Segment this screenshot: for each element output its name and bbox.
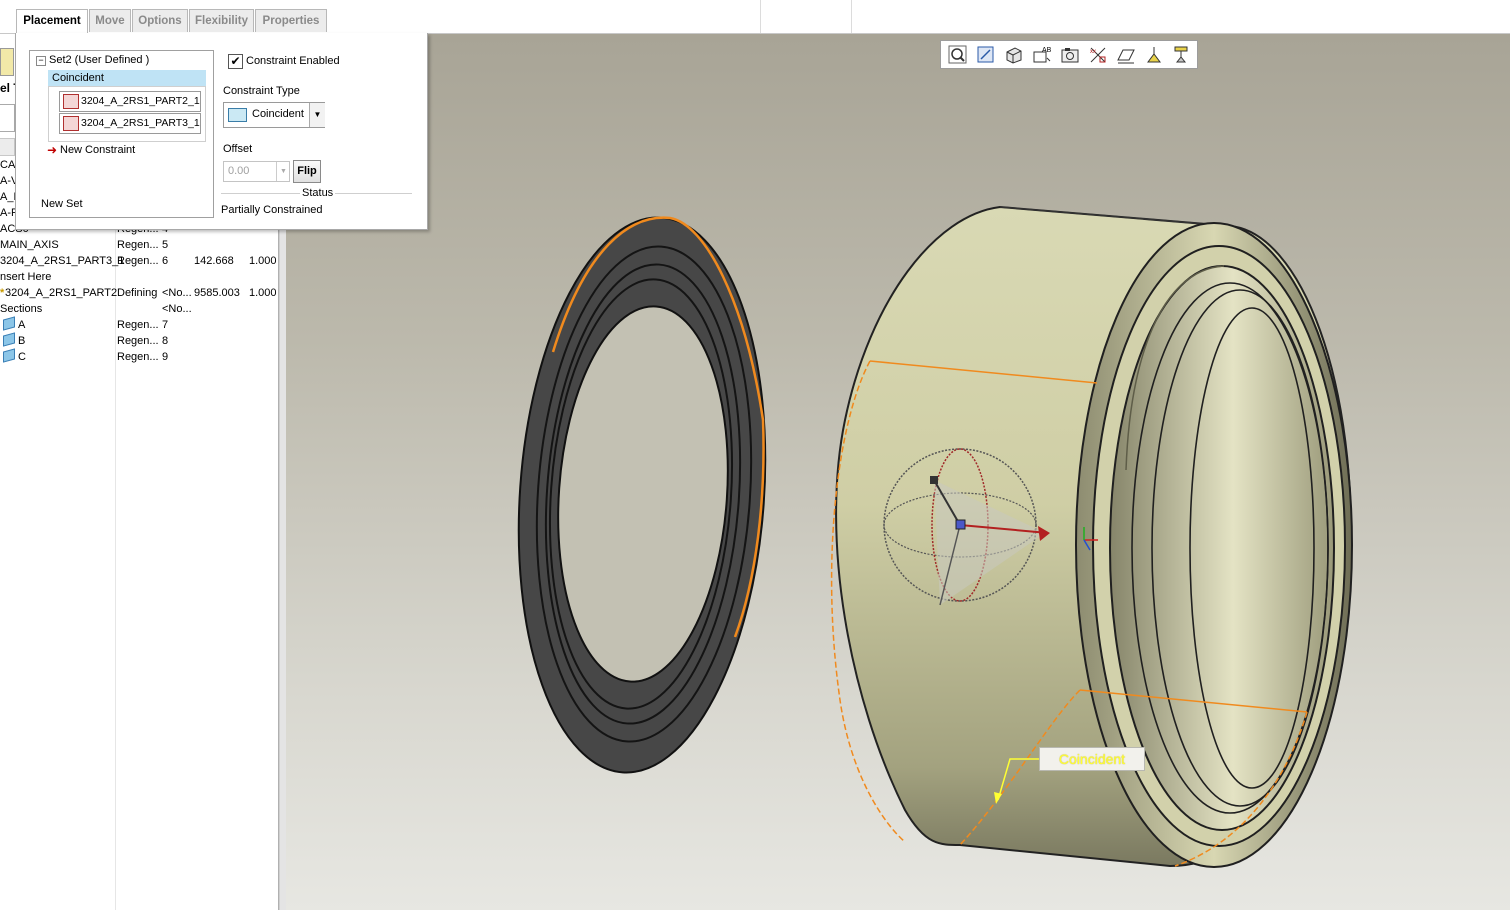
coincident-callout[interactable]: Coincident <box>1039 747 1145 771</box>
tree-row-number: 6 <box>162 255 169 267</box>
chevron-down-icon[interactable]: ▼ <box>276 162 290 181</box>
dashboard-tab-bar: Placement Move Options Flexibility Prope… <box>0 0 1510 34</box>
constraint-type-label: Constraint Type <box>223 85 300 97</box>
tree-column-header[interactable] <box>0 138 15 156</box>
tree-row-name: A <box>18 319 26 331</box>
tree-row-name: C <box>18 351 26 363</box>
graphics-viewport[interactable]: Coincident <box>286 34 1510 910</box>
tree-row-status: Regen... <box>117 319 159 331</box>
arrow-right-icon: ➜ <box>47 143 58 157</box>
tab-options[interactable]: Options <box>132 9 188 32</box>
display-style-icon[interactable] <box>1171 44 1193 65</box>
tab-flexibility[interactable]: Flexibility <box>189 9 254 32</box>
offset-value: 0.00 <box>228 165 250 177</box>
section-icon <box>3 348 15 363</box>
star-icon: * <box>0 287 5 299</box>
tree-row-name: MAIN_AXIS <box>0 239 59 251</box>
tree-row-number: 9 <box>162 351 169 363</box>
tree-filter-field[interactable] <box>0 104 15 132</box>
new-set-link[interactable]: New Set <box>41 198 83 210</box>
tree-row-name: Sections <box>0 303 43 315</box>
refit-icon[interactable] <box>947 44 969 65</box>
tree-row-name: nsert Here <box>0 271 52 283</box>
constraint-enabled-checkbox[interactable]: ✔ <box>228 54 243 69</box>
tree-row-number: <No... <box>162 303 192 315</box>
tree-row-value: 1.000 <box>249 287 277 299</box>
svg-text:AB: AB <box>1042 47 1052 54</box>
tree-row[interactable]: Sections <No... <box>0 301 278 317</box>
constraint-item-selected[interactable]: Coincident <box>48 70 206 86</box>
coincident-icon <box>228 108 247 122</box>
tree-row-number: 5 <box>162 239 169 251</box>
reference-1-label: 3204_A_2RS1_PART2_1 <box>81 95 200 107</box>
offset-label: Offset <box>223 143 253 155</box>
tree-row-value: 9585.003 <box>194 287 240 299</box>
tree-row[interactable]: B Regen... 8 <box>0 332 278 349</box>
tree-row-name: 3204_A_2RS1_PART2 <box>5 287 118 299</box>
collapse-icon[interactable]: − <box>36 56 46 66</box>
tree-row[interactable]: * 3204_A_2RS1_PART2 Defining <No... 9585… <box>0 285 278 301</box>
tree-row-value: 1.000 <box>249 255 277 267</box>
section-icon <box>3 316 15 331</box>
constraint-enabled-label: Constraint Enabled <box>246 55 340 67</box>
constraint-type-value: Coincident <box>252 108 304 120</box>
view-toolbar: AB xx <box>940 40 1198 69</box>
set-name[interactable]: Set2 (User Defined ) <box>49 54 149 66</box>
tab-move[interactable]: Move <box>89 9 131 32</box>
tree-row-number: <No... <box>162 287 192 299</box>
references-container: 3204_A_2RS1_PART2_1 3204_A_2RS1_PART3_1 <box>48 86 206 142</box>
model-canvas[interactable] <box>286 34 1510 910</box>
tree-row-status: Regen... <box>117 239 159 251</box>
tree-row[interactable]: A Regen... 7 <box>0 316 278 333</box>
seal-part[interactable] <box>501 209 783 781</box>
status-value: Partially Constrained <box>221 204 323 216</box>
reference-1[interactable]: 3204_A_2RS1_PART2_1 <box>59 91 201 112</box>
tree-row[interactable]: C Regen... 9 <box>0 348 278 365</box>
annotation-icon[interactable] <box>1115 44 1137 65</box>
section-icon <box>3 332 15 347</box>
tree-row-value: 142.668 <box>194 255 234 267</box>
datum-display-icon[interactable]: xx <box>1087 44 1109 65</box>
tree-row-status: Regen... <box>117 335 159 347</box>
tree-row-number: 7 <box>162 319 169 331</box>
offset-field[interactable]: 0.00 ▼ <box>223 161 290 182</box>
component-icon <box>63 116 79 131</box>
saved-views-icon[interactable]: AB <box>1031 44 1053 65</box>
toolbar-divider <box>851 0 852 33</box>
constraint-sets-list: − Set2 (User Defined ) Coincident 3204_A… <box>29 50 214 218</box>
chevron-down-icon[interactable]: ▼ <box>309 103 325 127</box>
placement-panel: − Set2 (User Defined ) Coincident 3204_A… <box>15 33 428 230</box>
snapshot-icon[interactable] <box>1059 44 1081 65</box>
view-orient-icon[interactable] <box>1003 44 1025 65</box>
flip-button[interactable]: Flip <box>293 160 321 183</box>
constraint-type-select[interactable]: Coincident ▼ <box>223 102 325 128</box>
tree-row-status: Regen... <box>117 255 159 267</box>
toolbar-divider <box>760 0 761 33</box>
new-constraint-link[interactable]: New Constraint <box>60 144 135 156</box>
tab-properties[interactable]: Properties <box>255 9 327 32</box>
reference-2-label: 3204_A_2RS1_PART3_1 <box>81 117 200 129</box>
tree-row-insert-here[interactable]: nsert Here <box>0 269 278 285</box>
tree-row-name: B <box>18 335 26 347</box>
tree-row-status: Regen... <box>117 351 159 363</box>
tree-row-status: Defining <box>117 287 158 299</box>
svg-text:xx: xx <box>1090 49 1096 55</box>
status-label: Status <box>300 187 336 199</box>
tree-row-number: 8 <box>162 335 169 347</box>
tree-row[interactable]: MAIN_AXIS Regen... 5 <box>0 237 278 253</box>
reference-2[interactable]: 3204_A_2RS1_PART3_1 <box>59 113 201 134</box>
tree-row-name: 3204_A_2RS1_PART3_1 <box>0 255 125 267</box>
zoom-in-icon[interactable] <box>975 44 997 65</box>
tree-row[interactable]: 3204_A_2RS1_PART3_1 Regen... 6 142.668 1… <box>0 253 278 269</box>
tab-placement[interactable]: Placement <box>16 9 88 34</box>
folder-icon[interactable] <box>0 48 14 76</box>
spin-center-icon[interactable] <box>1143 44 1165 65</box>
component-icon <box>63 94 79 109</box>
